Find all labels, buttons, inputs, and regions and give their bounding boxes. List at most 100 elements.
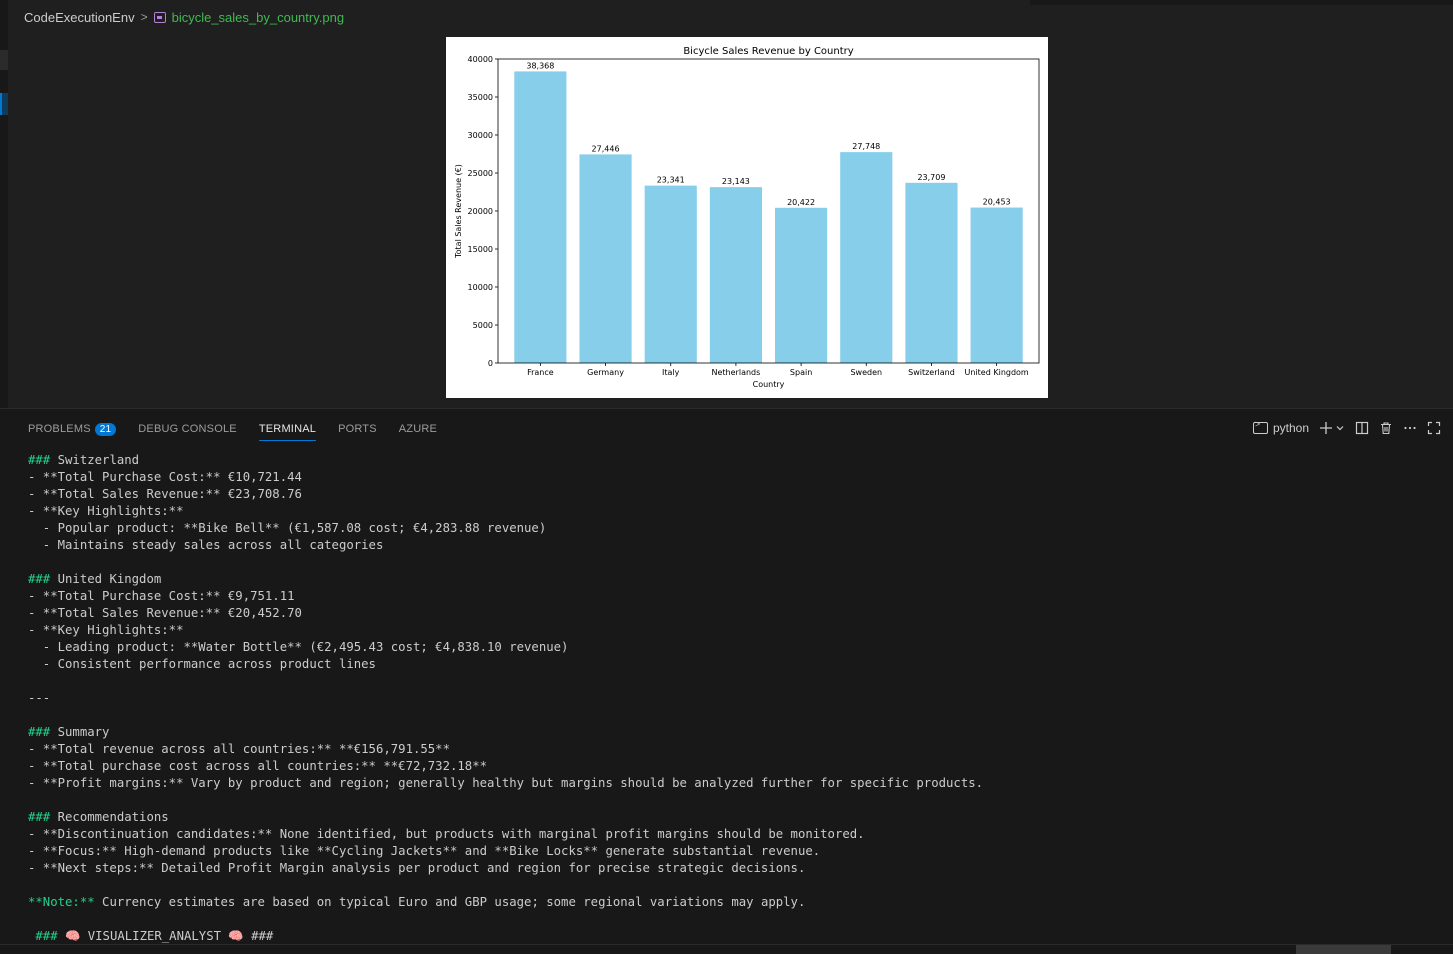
terminal-line: - **Total Purchase Cost:** €10,721.44 bbox=[28, 470, 302, 484]
bar-value-label: 20,422 bbox=[787, 198, 815, 207]
tab-debug-console[interactable]: DEBUG CONSOLE bbox=[138, 419, 237, 439]
terminal-output[interactable]: ### Switzerland - **Total Purchase Cost:*… bbox=[28, 452, 1438, 945]
panel-actions: python bbox=[1243, 418, 1441, 438]
bar-france bbox=[514, 71, 567, 363]
x-tick-label: Switzerland bbox=[908, 368, 955, 377]
terminal-line: ### Recommendations bbox=[28, 810, 169, 824]
tab-terminal[interactable]: TERMINAL bbox=[258, 419, 317, 441]
tab-strip bbox=[1030, 0, 1453, 5]
y-tick-label: 20000 bbox=[468, 207, 493, 216]
maximize-panel-button[interactable] bbox=[1427, 421, 1441, 435]
split-icon bbox=[1355, 421, 1369, 435]
status-bar bbox=[0, 944, 1453, 954]
y-tick-label: 10000 bbox=[468, 283, 493, 292]
x-tick-label: France bbox=[527, 368, 554, 377]
kill-terminal-button[interactable] bbox=[1379, 421, 1393, 435]
chart-image: Bicycle Sales Revenue by Country 38,368 Fr… bbox=[446, 37, 1048, 398]
bar-sweden bbox=[840, 152, 893, 363]
terminal-line: ### Summary bbox=[28, 725, 110, 739]
terminal-line: - **Discontinuation candidates:** None i… bbox=[28, 827, 865, 841]
breadcrumb: CodeExecutionEnv > bicycle_sales_by_coun… bbox=[24, 8, 344, 26]
tab-azure-label: AZURE bbox=[398, 423, 438, 435]
tab-debug-console-label: DEBUG CONSOLE bbox=[138, 423, 237, 435]
x-tick-label: Spain bbox=[790, 368, 812, 377]
y-tick-label: 0 bbox=[488, 359, 493, 368]
plot-frame bbox=[497, 58, 1040, 364]
tab-azure[interactable]: AZURE bbox=[399, 419, 437, 439]
terminal-line: ### 🧠 VISUALIZER_ANALYST 🧠 ### bbox=[28, 929, 274, 943]
y-tick-label: 40000 bbox=[468, 55, 493, 64]
bar-value-label: 23,709 bbox=[917, 173, 945, 182]
chart-title: Bicycle Sales Revenue by Country bbox=[683, 46, 853, 57]
breadcrumb-folder[interactable]: CodeExecutionEnv bbox=[24, 10, 135, 25]
terminal-line: - **Total Sales Revenue:** €23,708.76 bbox=[28, 487, 302, 501]
split-terminal-button[interactable] bbox=[1355, 421, 1369, 435]
y-tick-label: 35000 bbox=[468, 93, 493, 102]
tab-ports[interactable]: PORTS bbox=[338, 419, 377, 439]
y-tick-label: 25000 bbox=[468, 169, 493, 178]
terminal-line: - **Total purchase cost across all count… bbox=[28, 759, 488, 773]
bottom-panel: PROBLEMS 21 DEBUG CONSOLE TERMINAL PORTS… bbox=[0, 408, 1453, 944]
tab-ports-label: PORTS bbox=[338, 423, 377, 435]
plus-icon bbox=[1320, 422, 1332, 434]
terminal-line: - Consistent performance across product … bbox=[28, 657, 376, 671]
gutter-marker[interactable] bbox=[0, 50, 8, 70]
chevron-right-icon: > bbox=[140, 10, 148, 24]
terminal-selector[interactable]: python bbox=[1252, 419, 1309, 435]
maximize-icon bbox=[1427, 421, 1441, 435]
terminal-line: --- bbox=[28, 691, 51, 705]
bar-value-label: 23,341 bbox=[657, 176, 685, 185]
bar-united-kingdom bbox=[970, 207, 1023, 363]
more-actions-button[interactable] bbox=[1403, 421, 1417, 435]
terminal-line: - **Key Highlights:** bbox=[28, 623, 184, 637]
bar-switzerland bbox=[905, 182, 958, 363]
terminal-line: - **Total Purchase Cost:** €9,751.11 bbox=[28, 589, 295, 603]
terminal-line: - **Focus:** High-demand products like *… bbox=[28, 844, 821, 858]
terminal-icon bbox=[1252, 419, 1268, 434]
terminal-line: ### United Kingdom bbox=[28, 572, 162, 586]
problems-count-badge: 21 bbox=[94, 422, 117, 436]
new-terminal-button[interactable] bbox=[1319, 421, 1345, 435]
bar-value-label: 27,446 bbox=[592, 144, 620, 153]
x-tick-label: Sweden bbox=[850, 368, 882, 377]
bar-germany bbox=[579, 154, 632, 363]
terminal-line: - Popular product: **Bike Bell** (€1,587… bbox=[28, 521, 547, 535]
terminal-line: - **Next steps:** Detailed Profit Margin… bbox=[28, 861, 806, 875]
x-tick-label: United Kingdom bbox=[965, 368, 1029, 377]
bar-chart: Bicycle Sales Revenue by Country 38,368 Fr… bbox=[454, 46, 1040, 389]
terminal-line: - **Total Sales Revenue:** €20,452.70 bbox=[28, 606, 302, 620]
terminal-name: python bbox=[1272, 421, 1309, 435]
editor-area: CodeExecutionEnv > bicycle_sales_by_coun… bbox=[0, 0, 1453, 408]
terminal-line: - Leading product: **Water Bottle** (€2,… bbox=[28, 640, 569, 654]
chevron-down-icon bbox=[1336, 426, 1344, 431]
bar-value-label: 23,143 bbox=[722, 177, 750, 186]
bar-value-label: 20,453 bbox=[983, 198, 1011, 207]
trash-icon bbox=[1381, 422, 1391, 435]
bar-netherlands bbox=[709, 187, 762, 363]
terminal-line: - **Key Highlights:** bbox=[28, 504, 184, 518]
breadcrumb-file[interactable]: bicycle_sales_by_country.png bbox=[172, 10, 344, 25]
panel-tabs: PROBLEMS 21 DEBUG CONSOLE TERMINAL PORTS… bbox=[20, 417, 459, 441]
gutter-marker-active[interactable] bbox=[0, 93, 8, 115]
y-axis-label: Total Sales Revenue (€) bbox=[454, 164, 463, 259]
x-tick-label: Netherlands bbox=[712, 368, 761, 377]
bar-italy bbox=[644, 185, 697, 363]
x-tick-label: Germany bbox=[587, 368, 624, 377]
bar-value-label: 38,368 bbox=[526, 61, 554, 70]
y-tick-label: 30000 bbox=[468, 131, 493, 140]
terminal-line: - **Total revenue across all countries:*… bbox=[28, 742, 450, 756]
tab-problems[interactable]: PROBLEMS 21 bbox=[28, 419, 117, 440]
ellipsis-icon bbox=[1404, 426, 1416, 430]
terminal-line: ### Switzerland bbox=[28, 453, 140, 467]
image-file-icon bbox=[153, 11, 166, 23]
status-item[interactable] bbox=[1296, 945, 1391, 954]
y-tick-label: 15000 bbox=[468, 245, 493, 254]
activity-gutter bbox=[0, 0, 8, 408]
terminal-line: **Note:** Currency estimates are based o… bbox=[28, 895, 806, 909]
